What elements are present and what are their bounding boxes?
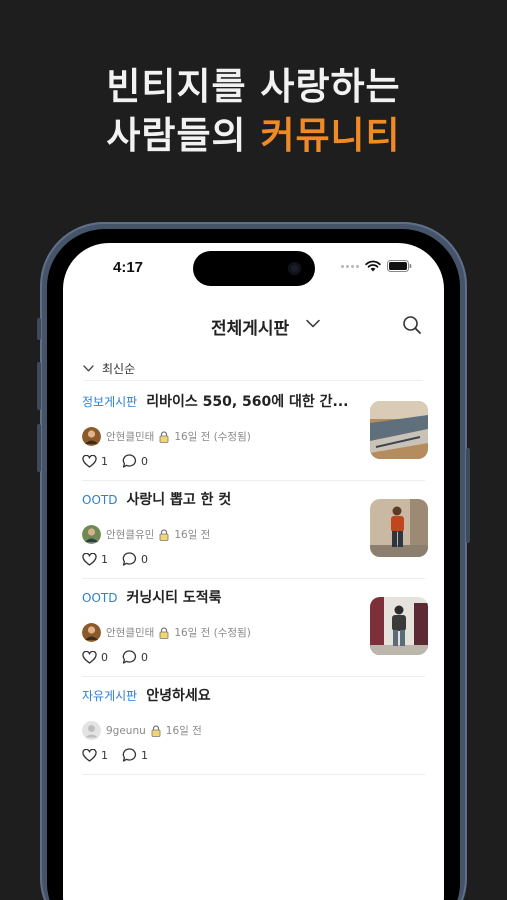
post-thumbnail[interactable] (370, 499, 428, 557)
post-item[interactable]: OOTD 사랑니 뽑고 한 컷 안현클유민 16일 전 1 0 (82, 481, 428, 579)
comment-count: 1 (141, 748, 148, 762)
like-count: 0 (101, 650, 108, 664)
sort-selector[interactable]: 최신순 (83, 357, 423, 381)
post-author: 안현클유민 (106, 529, 155, 541)
status-indicators (341, 260, 412, 272)
heart-icon[interactable] (82, 454, 97, 468)
comment-count: 0 (141, 454, 148, 468)
phone-volume-down (37, 424, 41, 472)
avatar (82, 721, 101, 740)
avatar (82, 525, 101, 544)
comment-count: 0 (141, 552, 148, 566)
heart-icon[interactable] (82, 552, 97, 566)
battery-icon (387, 260, 412, 272)
post-item[interactable]: 정보게시판 리바이스 550, 560에 대한 간... 안현클민태 16일 전… (82, 383, 428, 481)
search-icon[interactable] (402, 315, 422, 335)
like-count: 1 (101, 454, 108, 468)
dynamic-island (193, 251, 315, 286)
post-thumbnail[interactable] (370, 401, 428, 459)
post-thumbnail[interactable] (370, 597, 428, 655)
phone-screen: 4:17 전체게시판 최신순 정보게시판 리바이스 550, 560에 대한 간… (63, 243, 444, 900)
post-category: 자유게시판 (82, 689, 138, 703)
lock-icon (159, 430, 169, 443)
phone-volume-up (37, 362, 41, 410)
like-count: 1 (101, 748, 108, 762)
post-category: OOTD (82, 591, 118, 605)
comment-icon[interactable] (122, 454, 137, 468)
lock-icon (159, 626, 169, 639)
comment-icon[interactable] (122, 748, 137, 762)
like-count: 1 (101, 552, 108, 566)
comment-icon[interactable] (122, 552, 137, 566)
post-title: 리바이스 550, 560에 대한 간... (146, 394, 349, 410)
promo-headline: 빈티지를 사랑하는 사람들의 커뮤니티 (0, 62, 507, 160)
post-author: 9geunu (106, 724, 146, 737)
post-title: 사랑니 뽑고 한 컷 (126, 492, 232, 508)
avatar (82, 427, 101, 446)
promo-line-2-accent: 커뮤니티 (260, 114, 401, 157)
post-title: 커닝시티 도적룩 (126, 590, 222, 606)
post-title: 안녕하세요 (146, 688, 211, 704)
lock-icon (151, 724, 161, 737)
promo-line-2: 사람들의 커뮤니티 (0, 111, 507, 160)
signal-icon (341, 264, 359, 268)
heart-icon[interactable] (82, 650, 97, 664)
sort-label: 최신순 (102, 362, 136, 376)
camera-icon (288, 262, 301, 275)
promo-line-1: 빈티지를 사랑하는 (106, 65, 401, 108)
lock-icon (159, 528, 169, 541)
post-time: 16일 전 (수정됨) (174, 627, 251, 639)
phone-mute-switch (37, 318, 41, 340)
avatar (82, 623, 101, 642)
post-category: OOTD (82, 493, 118, 507)
comment-icon[interactable] (122, 650, 137, 664)
post-time: 16일 전 (165, 725, 202, 737)
chevron-down-icon (83, 365, 94, 372)
post-item[interactable]: 자유게시판 안녕하세요 9geunu 16일 전 1 1 (82, 677, 425, 775)
board-header: 전체게시판 (63, 309, 444, 343)
promo-line-2-prefix: 사람들의 (106, 114, 247, 157)
comment-count: 0 (141, 650, 148, 664)
status-time: 4:17 (113, 259, 144, 276)
post-time: 16일 전 (174, 529, 211, 541)
wifi-icon (365, 260, 381, 272)
post-time: 16일 전 (수정됨) (174, 431, 251, 443)
phone-power-button (466, 448, 470, 543)
chevron-down-icon[interactable] (306, 319, 320, 328)
heart-icon[interactable] (82, 748, 97, 762)
post-category: 정보게시판 (82, 395, 138, 409)
board-title[interactable]: 전체게시판 (211, 314, 289, 339)
post-author: 안현클민태 (106, 627, 155, 639)
post-item[interactable]: OOTD 커닝시티 도적룩 안현클민태 16일 전 (수정됨) 0 0 (82, 579, 428, 677)
post-author: 안현클민태 (106, 431, 155, 443)
